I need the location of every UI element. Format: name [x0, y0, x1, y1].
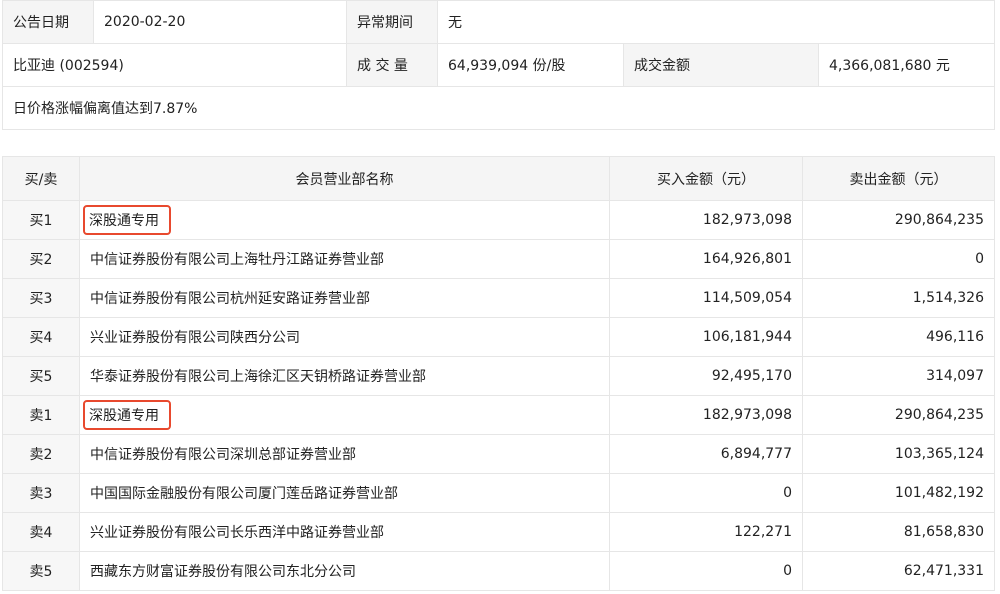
abnormal-period-label: 异常期间 [346, 0, 438, 44]
row-side: 买4 [2, 317, 80, 357]
row-buy-amount: 164,926,801 [609, 239, 803, 279]
row-side: 买5 [2, 356, 80, 396]
table-row: 卖4 兴业证券股份有限公司长乐西洋中路证券营业部 122,271 81,658,… [2, 512, 995, 552]
row-member: 中国国际金融股份有限公司厦门莲岳路证券营业部 [79, 473, 610, 513]
row-member: 深股通专用 [79, 200, 610, 240]
row-member: 深股通专用 [79, 395, 610, 435]
row-buy-amount: 0 [609, 551, 803, 591]
highlighted-member-name: 深股通专用 [83, 205, 171, 235]
row-sell-amount: 290,864,235 [802, 395, 995, 435]
abnormal-reason: 日价格涨幅偏离值达到7.87% [1, 86, 996, 130]
row-member: 兴业证券股份有限公司长乐西洋中路证券营业部 [79, 512, 610, 552]
row-sell-amount: 1,514,326 [802, 278, 995, 318]
amount-label: 成交金额 [623, 43, 819, 87]
volume-label: 成 交 量 [346, 43, 438, 87]
row-member: 中信证券股份有限公司深圳总部证券营业部 [79, 434, 610, 474]
date-value: 2020-02-20 [93, 0, 347, 44]
row-buy-amount: 182,973,098 [609, 200, 803, 240]
row-sell-amount: 0 [802, 239, 995, 279]
row-side: 卖3 [2, 473, 80, 513]
trading-seats-table: 买/卖 会员营业部名称 买入金额（元） 卖出金额（元） 买1 深股通专用 182… [2, 156, 995, 591]
row-side: 卖2 [2, 434, 80, 474]
header-buy-amount: 买入金额（元） [609, 156, 803, 201]
row-side: 卖1 [2, 395, 80, 435]
row-sell-amount: 62,471,331 [802, 551, 995, 591]
table-row: 买5 华泰证券股份有限公司上海徐汇区天钥桥路证券营业部 92,495,170 3… [2, 356, 995, 396]
row-side: 卖4 [2, 512, 80, 552]
row-sell-amount: 314,097 [802, 356, 995, 396]
date-label: 公告日期 [2, 0, 94, 44]
row-side: 买1 [2, 200, 80, 240]
table-row: 买2 中信证券股份有限公司上海牡丹江路证券营业部 164,926,801 0 [2, 239, 995, 279]
table-row: 卖5 西藏东方财富证券股份有限公司东北分公司 0 62,471,331 [2, 551, 995, 591]
row-sell-amount: 496,116 [802, 317, 995, 357]
row-member: 中信证券股份有限公司上海牡丹江路证券营业部 [79, 239, 610, 279]
row-member: 西藏东方财富证券股份有限公司东北分公司 [79, 551, 610, 591]
row-sell-amount: 81,658,830 [802, 512, 995, 552]
table-row: 卖1 深股通专用 182,973,098 290,864,235 [2, 395, 995, 435]
row-buy-amount: 0 [609, 473, 803, 513]
row-buy-amount: 6,894,777 [609, 434, 803, 474]
header-side: 买/卖 [2, 156, 80, 201]
announcement-info-table: 公告日期 2020-02-20 异常期间 无 比亚迪 (002594) 成 交 … [1, 0, 996, 130]
row-buy-amount: 182,973,098 [609, 395, 803, 435]
amount-value: 4,366,081,680 元 [817, 43, 996, 87]
row-side: 卖5 [2, 551, 80, 591]
table-row: 卖2 中信证券股份有限公司深圳总部证券营业部 6,894,777 103,365… [2, 434, 995, 474]
abnormal-period-value: 无 [436, 0, 996, 44]
highlighted-member-name: 深股通专用 [83, 400, 171, 430]
table-row: 买4 兴业证券股份有限公司陕西分公司 106,181,944 496,116 [2, 317, 995, 357]
table-row: 买3 中信证券股份有限公司杭州延安路证券营业部 114,509,054 1,51… [2, 278, 995, 318]
row-sell-amount: 103,365,124 [802, 434, 995, 474]
row-side: 买3 [2, 278, 80, 318]
row-sell-amount: 290,864,235 [802, 200, 995, 240]
row-buy-amount: 114,509,054 [609, 278, 803, 318]
table-header-row: 买/卖 会员营业部名称 买入金额（元） 卖出金额（元） [2, 156, 995, 201]
row-member: 华泰证券股份有限公司上海徐汇区天钥桥路证券营业部 [79, 356, 610, 396]
row-buy-amount: 92,495,170 [609, 356, 803, 396]
row-side: 买2 [2, 239, 80, 279]
table-row: 卖3 中国国际金融股份有限公司厦门莲岳路证券营业部 0 101,482,192 [2, 473, 995, 513]
header-sell-amount: 卖出金额（元） [802, 156, 995, 201]
row-buy-amount: 106,181,944 [609, 317, 803, 357]
header-member: 会员营业部名称 [79, 156, 610, 201]
table-row: 买1 深股通专用 182,973,098 290,864,235 [2, 200, 995, 240]
volume-value: 64,939,094 份/股 [437, 43, 624, 87]
row-member: 兴业证券股份有限公司陕西分公司 [79, 317, 610, 357]
row-member: 中信证券股份有限公司杭州延安路证券营业部 [79, 278, 610, 318]
row-sell-amount: 101,482,192 [802, 473, 995, 513]
row-buy-amount: 122,271 [609, 512, 803, 552]
stock-name: 比亚迪 (002594) [2, 43, 347, 87]
